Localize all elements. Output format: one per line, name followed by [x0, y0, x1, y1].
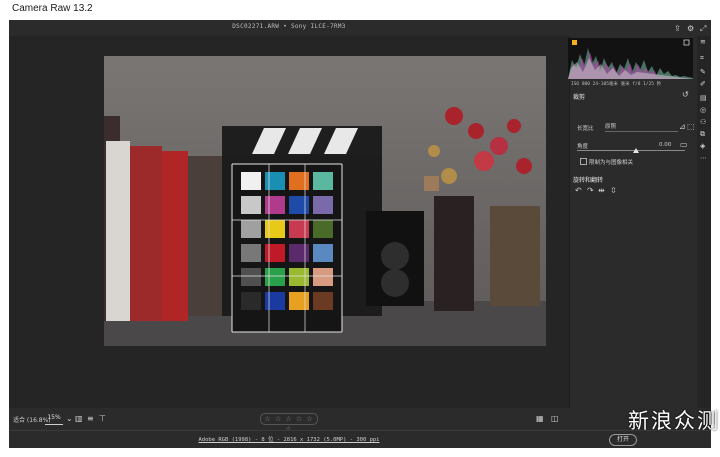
grid-view-icon[interactable]: ▦ — [536, 414, 544, 424]
lock-icon[interactable]: ⊿ — [679, 122, 686, 132]
bottom-toolbar: 适合 (16.8%) 15% ⌄ ▥ ≡ ⊤ ☆ ☆ ☆ ☆ ☆ ☆ ▦ ◫ — [9, 408, 569, 433]
more-icon[interactable]: ⋯ — [700, 154, 707, 162]
tool-strip: ≋ ⌗ ✎ ✐ ▤ ◎ ⚇ ⧉ ◈ ⋯ — [697, 36, 711, 408]
constrain-label: 限制为与图像相关 — [589, 160, 634, 166]
fullscreen-icon[interactable]: ⤢ — [700, 24, 706, 34]
footer-bar: Adobe RGB (1998) - 8 位 - 2816 x 1732 (5.… — [9, 430, 711, 448]
watermark: 新浪众测 — [628, 409, 720, 433]
presets-icon[interactable]: ◈ — [700, 142, 705, 150]
flip-vertical-icon[interactable]: ⇳ — [610, 186, 617, 196]
angle-slider-thumb[interactable] — [633, 148, 639, 153]
constrain-icon[interactable]: ⬚ — [687, 122, 695, 132]
filter-icon[interactable]: ⊤ — [99, 414, 106, 424]
window-title: Camera Raw 13.2 — [12, 3, 93, 14]
aspect-ratio-label: 长宽比 — [577, 126, 594, 132]
crop-icon[interactable]: ⌗ — [700, 54, 704, 62]
rotate-right-icon[interactable]: ↷ — [587, 186, 594, 196]
rating-stars[interactable]: ☆ ☆ ☆ ☆ ☆ ☆ — [260, 413, 318, 433]
rotate-section-title: 旋转和翻转 — [573, 177, 604, 184]
histogram — [568, 38, 693, 79]
exposure-info: ISO 800 24-105毫米 毫米 f/8 1/25 秒 — [571, 82, 662, 87]
gear-icon[interactable]: ⚙ — [687, 24, 694, 34]
straighten-icon[interactable]: ▭ — [680, 140, 688, 150]
healing-brush-icon[interactable]: ✎ — [700, 68, 706, 76]
image-canvas[interactable] — [9, 36, 569, 428]
brush-icon[interactable]: ✐ — [700, 80, 706, 88]
export-icon[interactable]: ⇪ — [674, 24, 681, 34]
crop-section-title: 裁剪 — [573, 94, 586, 101]
before-after-icon[interactable]: ◫ — [551, 414, 559, 424]
radial-filter-icon[interactable]: ◎ — [700, 106, 706, 114]
rotate-left-icon[interactable]: ↶ — [575, 186, 582, 196]
aspect-ratio-value: 原照 — [605, 124, 617, 130]
chevron-down-icon[interactable]: ⌄ — [66, 414, 73, 424]
angle-label: 角度 — [577, 144, 589, 150]
zoom-select[interactable]: 15% — [45, 412, 63, 425]
flip-horizontal-icon[interactable]: ⇹ — [598, 186, 605, 196]
filename-label: DSC02271.ARW • Sony ILCE-7RM3 — [232, 23, 346, 30]
aspect-ratio-dropdown[interactable]: 原照 — [605, 123, 678, 132]
compare-view-icon[interactable]: ▥ — [75, 414, 83, 424]
red-eye-icon[interactable]: ⚇ — [700, 118, 706, 126]
angle-value[interactable]: 0.00 — [659, 142, 671, 148]
reset-icon[interactable]: ↺ — [682, 90, 689, 100]
photo-preview[interactable] — [104, 56, 546, 346]
angle-slider-track[interactable] — [577, 150, 685, 151]
photo-image — [104, 56, 546, 346]
title-bar: Camera Raw 13.2 — [0, 0, 720, 20]
open-button[interactable]: 打开 — [609, 434, 637, 446]
graduated-filter-icon[interactable]: ▤ — [700, 94, 707, 102]
file-info-link[interactable]: Adobe RGB (1998) - 8 位 - 2816 x 1732 (5.… — [9, 435, 569, 443]
sort-icon[interactable]: ≡ — [87, 414, 94, 424]
camera-raw-window: DSC02271.ARW • Sony ILCE-7RM3 适合 (16.8%)… — [9, 20, 711, 448]
edit-icon[interactable]: ≋ — [700, 38, 706, 46]
snapshots-icon[interactable]: ⧉ — [700, 130, 705, 138]
constrain-checkbox[interactable] — [580, 158, 587, 165]
image-topbar: DSC02271.ARW • Sony ILCE-7RM3 — [9, 20, 569, 36]
right-panel — [569, 36, 698, 408]
